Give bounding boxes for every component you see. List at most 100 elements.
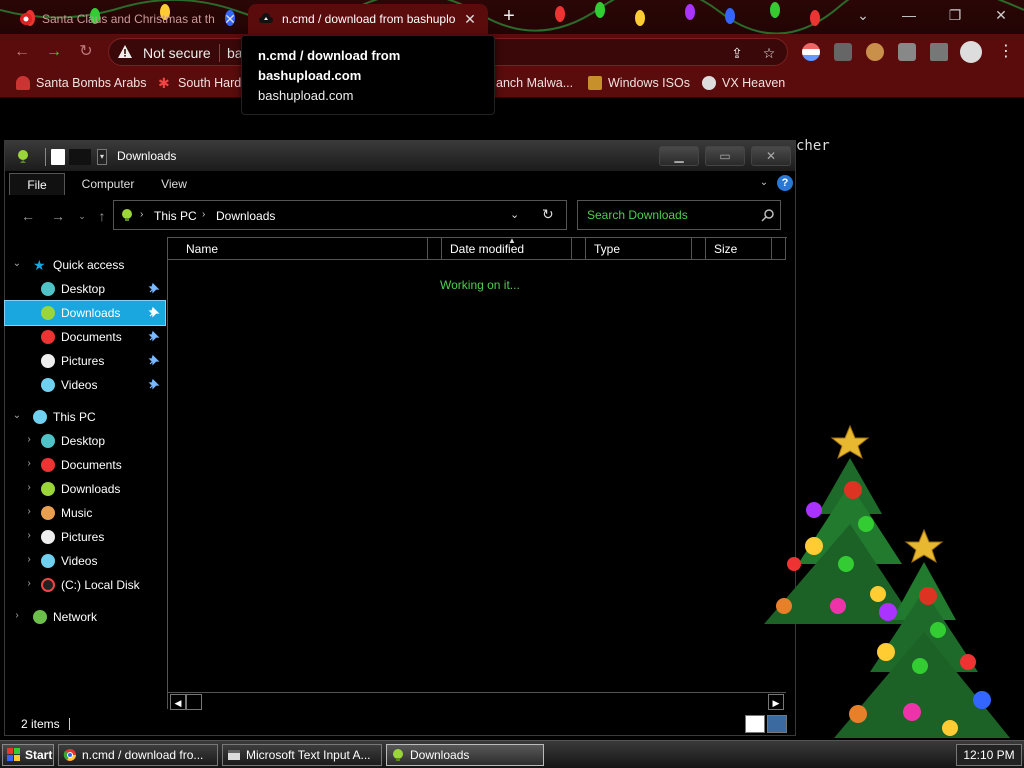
breadcrumb-downloads[interactable]: Downloads — [216, 209, 275, 223]
star-icon[interactable]: ☆ — [761, 45, 777, 61]
bookmark-south-hard[interactable]: ✱ South Hard — [158, 76, 241, 90]
menu-icon[interactable]: ⋮ — [996, 42, 1016, 62]
chevron-right-icon[interactable]: › — [23, 482, 35, 493]
column-divider[interactable] — [692, 238, 706, 260]
chevron-right-icon[interactable]: › — [202, 209, 205, 220]
scroll-left-icon[interactable]: ◀ — [170, 694, 186, 710]
chevron-right-icon[interactable]: › — [23, 434, 35, 445]
chevron-right-icon[interactable]: › — [23, 554, 35, 565]
column-divider[interactable] — [772, 238, 786, 260]
nav-network[interactable]: › Network — [5, 605, 165, 629]
refresh-icon[interactable]: ↻ — [542, 206, 554, 223]
taskbar-item-text-input[interactable]: Microsoft Text Input A... — [222, 744, 382, 766]
customize-toolbar-button[interactable]: ▾ — [97, 149, 107, 165]
nav-pc-downloads[interactable]: › Downloads — [5, 477, 165, 501]
nav-quick-downloads[interactable]: Downloads — [4, 300, 166, 326]
tab-computer[interactable]: Computer — [71, 173, 145, 195]
bookmark-santa-bombs[interactable]: Santa Bombs Arabs — [16, 76, 146, 90]
chevron-right-icon[interactable]: › — [23, 578, 35, 589]
properties-icon[interactable] — [51, 149, 65, 165]
chevron-right-icon[interactable]: › — [23, 506, 35, 517]
chevron-right-icon[interactable]: › — [140, 209, 143, 220]
taskbar-item-downloads[interactable]: Downloads — [386, 744, 544, 766]
reload-button[interactable]: ↻ — [76, 42, 96, 62]
breadcrumb-this-pc[interactable]: This PC — [154, 209, 197, 223]
extension-avatar-icon[interactable] — [866, 43, 884, 61]
new-folder-icon[interactable] — [69, 149, 91, 165]
nav-quick-documents[interactable]: Documents — [5, 325, 165, 349]
extension-flag-icon[interactable] — [802, 43, 820, 61]
pin-icon[interactable] — [147, 305, 161, 319]
security-label[interactable]: Not secure — [143, 45, 211, 61]
tab-view[interactable]: View — [149, 173, 199, 195]
up-button[interactable]: ↑ — [93, 207, 111, 225]
tab-bashupload[interactable]: n.cmd / download from bashuplo ✕ — [248, 4, 488, 34]
column-name[interactable]: Name — [168, 238, 428, 260]
taskbar-item-chrome[interactable]: n.cmd / download fro... — [58, 744, 218, 766]
chevron-down-icon[interactable]: ⌄ — [11, 410, 23, 421]
close-window-button[interactable]: ✕ — [978, 0, 1024, 30]
recent-locations-button[interactable]: ⌄ — [73, 207, 91, 225]
system-clock[interactable]: 12:10 PM — [956, 744, 1022, 766]
back-button[interactable]: ← — [19, 207, 37, 225]
nav-pc-desktop[interactable]: › Desktop — [5, 429, 165, 453]
bookmark-vx-heaven[interactable]: VX Heaven — [702, 76, 785, 90]
column-date-modified[interactable]: Date modified — [442, 238, 572, 260]
chevron-down-icon[interactable]: ⌄ — [510, 208, 519, 221]
share-icon[interactable]: ⇪ — [729, 45, 745, 61]
maximize-button[interactable]: ▭ — [705, 146, 745, 166]
column-type[interactable]: Type — [586, 238, 692, 260]
sidebar-icon[interactable] — [930, 43, 948, 61]
nav-pc-videos[interactable]: › Videos — [5, 549, 165, 573]
nav-quick-access[interactable]: ⌄ ★ Quick access — [5, 253, 165, 277]
explorer-address-bar[interactable]: › This PC › Downloads ⌄ ↻ — [113, 200, 567, 230]
close-window-button[interactable]: ✕ — [751, 146, 791, 166]
nav-quick-pictures[interactable]: Pictures — [5, 349, 165, 373]
new-tab-button[interactable]: + — [498, 6, 520, 28]
tab-file[interactable]: File — [9, 173, 65, 195]
column-divider[interactable] — [572, 238, 586, 260]
details-view-button[interactable] — [745, 715, 765, 733]
tab-santa-claus[interactable]: Santa Claus and Christmas at th ✕ — [8, 4, 248, 34]
nav-quick-videos[interactable]: Videos — [5, 373, 165, 397]
pin-icon[interactable] — [147, 281, 161, 295]
column-size[interactable]: Size — [706, 238, 772, 260]
restore-button[interactable]: ❐ — [932, 0, 978, 30]
pin-icon[interactable] — [147, 329, 161, 343]
minimize-button[interactable]: ▁ — [659, 146, 699, 166]
nav-pc-local-disk[interactable]: › (C:) Local Disk — [5, 573, 165, 597]
nav-pc-music[interactable]: › Music — [5, 501, 165, 525]
chevron-down-icon[interactable]: ⌄ — [11, 258, 23, 269]
pin-icon[interactable] — [147, 353, 161, 367]
start-button[interactable]: Start — [2, 744, 54, 766]
close-icon[interactable]: ✕ — [222, 11, 238, 28]
chevron-right-icon[interactable]: › — [11, 610, 23, 621]
forward-button[interactable]: → — [49, 207, 67, 225]
bookmark-malware[interactable]: anch Malwa... — [496, 76, 573, 90]
column-divider[interactable] — [428, 238, 442, 260]
nav-this-pc[interactable]: ⌄ This PC — [5, 405, 165, 429]
horizontal-scrollbar[interactable]: ◀ ▶ — [168, 692, 786, 710]
chevron-down-icon[interactable]: ⌄ — [757, 176, 771, 190]
tab-search-button[interactable]: ⌄ — [840, 0, 886, 30]
nav-pc-pictures[interactable]: › Pictures — [5, 525, 165, 549]
profile-avatar[interactable] — [960, 41, 982, 63]
extension-s-icon[interactable] — [834, 43, 852, 61]
minimize-button[interactable]: — — [886, 0, 932, 30]
back-button[interactable]: ← — [12, 42, 32, 62]
pin-icon[interactable] — [147, 377, 161, 391]
search-icon[interactable] — [760, 207, 776, 223]
forward-button[interactable]: → — [44, 42, 64, 62]
nav-quick-desktop[interactable]: Desktop — [5, 277, 165, 301]
scroll-right-icon[interactable]: ▶ — [768, 694, 784, 710]
help-icon[interactable]: ? — [777, 175, 793, 191]
bookmark-windows-isos[interactable]: Windows ISOs — [588, 76, 690, 90]
nav-pc-documents[interactable]: › Documents — [5, 453, 165, 477]
chevron-right-icon[interactable]: › — [23, 458, 35, 469]
puzzle-icon[interactable] — [898, 43, 916, 61]
scrollbar-thumb[interactable] — [186, 694, 202, 710]
search-input[interactable] — [578, 201, 758, 229]
large-icons-view-button[interactable] — [767, 715, 787, 733]
chevron-right-icon[interactable]: › — [23, 530, 35, 541]
search-box[interactable] — [577, 200, 781, 230]
